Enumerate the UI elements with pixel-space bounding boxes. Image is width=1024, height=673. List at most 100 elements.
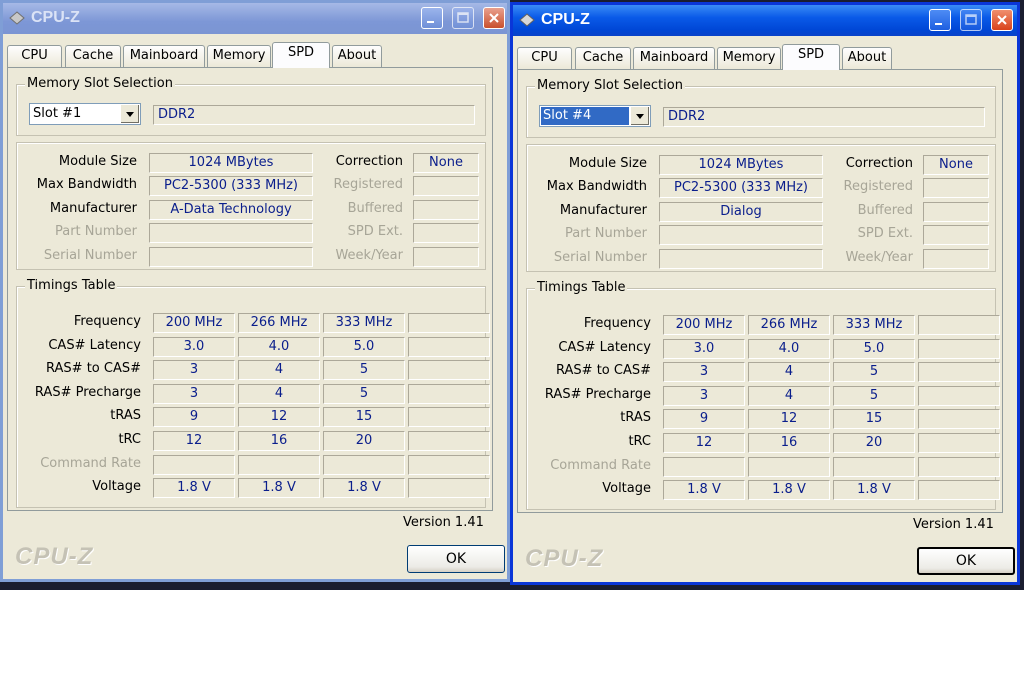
part-number-field [149,223,313,243]
registered-label: Registered [843,179,914,194]
week-year-label: Week/Year [845,250,913,265]
timing-cell: 15 [323,407,405,428]
ok-button[interactable]: OK [917,547,1015,575]
spd-ext-field [413,223,479,243]
tab-cpu[interactable]: CPU [7,45,62,67]
timing-cell: 266 MHz [238,313,320,333]
manufacturer-field: Dialog [659,202,823,222]
max-bandwidth-label: Max Bandwidth [36,177,137,192]
window-title: CPU-Z [541,11,590,28]
maximize-button[interactable] [960,9,982,31]
timings-table-group: Timings Table Frequency 200 MHz 266 MHz 333… [526,280,1000,510]
timing-cell [323,454,405,475]
timing-cell [663,456,745,477]
timing-cell: 3 [153,383,235,404]
manufacturer-field: A-Data Technology [149,200,313,220]
cpuz-window-2: CPU-Z CPU Cache Mainboard Memory SPD Abo… [510,2,1020,585]
module-size-field: 1024 MBytes [149,153,313,173]
timing-row-label: CAS# Latency [48,337,141,353]
cpuz-app-icon [519,13,535,27]
timing-row-label: Frequency [73,314,141,329]
buffered-field [923,202,989,222]
maximize-button[interactable] [452,7,474,29]
timing-cell: 5.0 [323,336,405,357]
registered-field [923,178,989,198]
minimize-button[interactable] [929,9,951,31]
memory-slot-selection-group: Memory Slot Selection Slot #1 DDR2 [16,76,486,136]
cpuz-app-icon [9,11,25,25]
correction-label: Correction [335,154,403,169]
tab-spd[interactable]: SPD [782,44,840,70]
tab-mainboard[interactable]: Mainboard [633,47,715,69]
tab-memory[interactable]: Memory [717,47,781,69]
timing-row-label: RAS# to CAS# [46,361,141,377]
tab-cache[interactable]: Cache [575,47,631,69]
timing-cell: 3.0 [153,336,235,357]
timing-cell: 4 [238,383,320,404]
close-button[interactable] [483,7,505,29]
ok-button[interactable]: OK [407,545,505,573]
timing-cell: 4.0 [748,338,830,359]
spd-panel: Memory Slot Selection Slot #1 DDR2 Modul… [7,67,493,511]
tab-cpu[interactable]: CPU [517,47,572,69]
week-year-field [413,247,479,267]
timing-cell: 16 [748,433,830,453]
week-year-field [923,249,989,269]
part-number-field [659,225,823,245]
timing-cell [408,383,490,404]
spd-ext-field [923,225,989,245]
week-year-label: Week/Year [335,248,403,263]
timing-cell [408,454,490,475]
timing-cell [918,433,1000,453]
tab-about[interactable]: About [842,47,892,69]
tab-memory[interactable]: Memory [207,45,271,67]
close-button[interactable] [991,9,1013,31]
timing-cell: 1.8 V [663,480,745,501]
correction-field: None [413,153,479,173]
timing-cell: 3.0 [663,338,745,359]
module-info-group: Module Size 1024 MBytes Max Bandwidth PC… [526,144,996,272]
minimize-button[interactable] [421,7,443,29]
timing-cell [408,313,490,333]
group-label: Timings Table [25,278,118,294]
minimize-icon [935,23,942,25]
timing-row-label: Voltage [602,481,651,497]
spd-ext-label: SPD Ext. [347,224,403,239]
timing-cell [408,478,490,499]
timing-cell: 4 [748,385,830,406]
timing-cell [748,456,830,477]
slot-value: Slot #1 [33,106,82,121]
chevron-down-icon[interactable] [630,107,649,125]
timing-cell: 5 [833,362,915,383]
slot-dropdown[interactable]: Slot #1 [29,103,141,125]
tab-cache[interactable]: Cache [65,45,121,67]
timing-cell: 12 [663,433,745,453]
slot-dropdown[interactable]: Slot #4 [539,105,651,127]
maximize-icon [965,14,977,25]
timing-cell: 1.8 V [833,480,915,501]
timing-cell: 4 [238,360,320,381]
timing-row-label: CAS# Latency [558,339,651,355]
timing-cell: 12 [748,409,830,430]
title-bar[interactable]: CPU-Z [3,3,507,34]
group-label: Timings Table [535,280,628,296]
title-bar[interactable]: CPU-Z [513,5,1017,36]
registered-label: Registered [333,177,404,192]
timing-row-label: RAS# to CAS# [556,363,651,379]
correction-field: None [923,155,989,175]
tab-spd[interactable]: SPD [272,42,330,68]
tab-mainboard[interactable]: Mainboard [123,45,205,67]
serial-number-label: Serial Number [43,248,137,263]
part-number-label: Part Number [54,224,137,239]
timing-row-label: tRC [628,434,651,449]
close-icon [997,15,1007,25]
timing-cell: 3 [663,362,745,383]
minimize-icon [427,21,434,23]
serial-number-field [659,249,823,269]
tab-about[interactable]: About [332,45,382,67]
memory-type-field: DDR2 [663,107,985,127]
max-bandwidth-field: PC2-5300 (333 MHz) [149,176,313,196]
max-bandwidth-field: PC2-5300 (333 MHz) [659,178,823,198]
timing-cell [408,336,490,357]
chevron-down-icon[interactable] [120,105,139,123]
